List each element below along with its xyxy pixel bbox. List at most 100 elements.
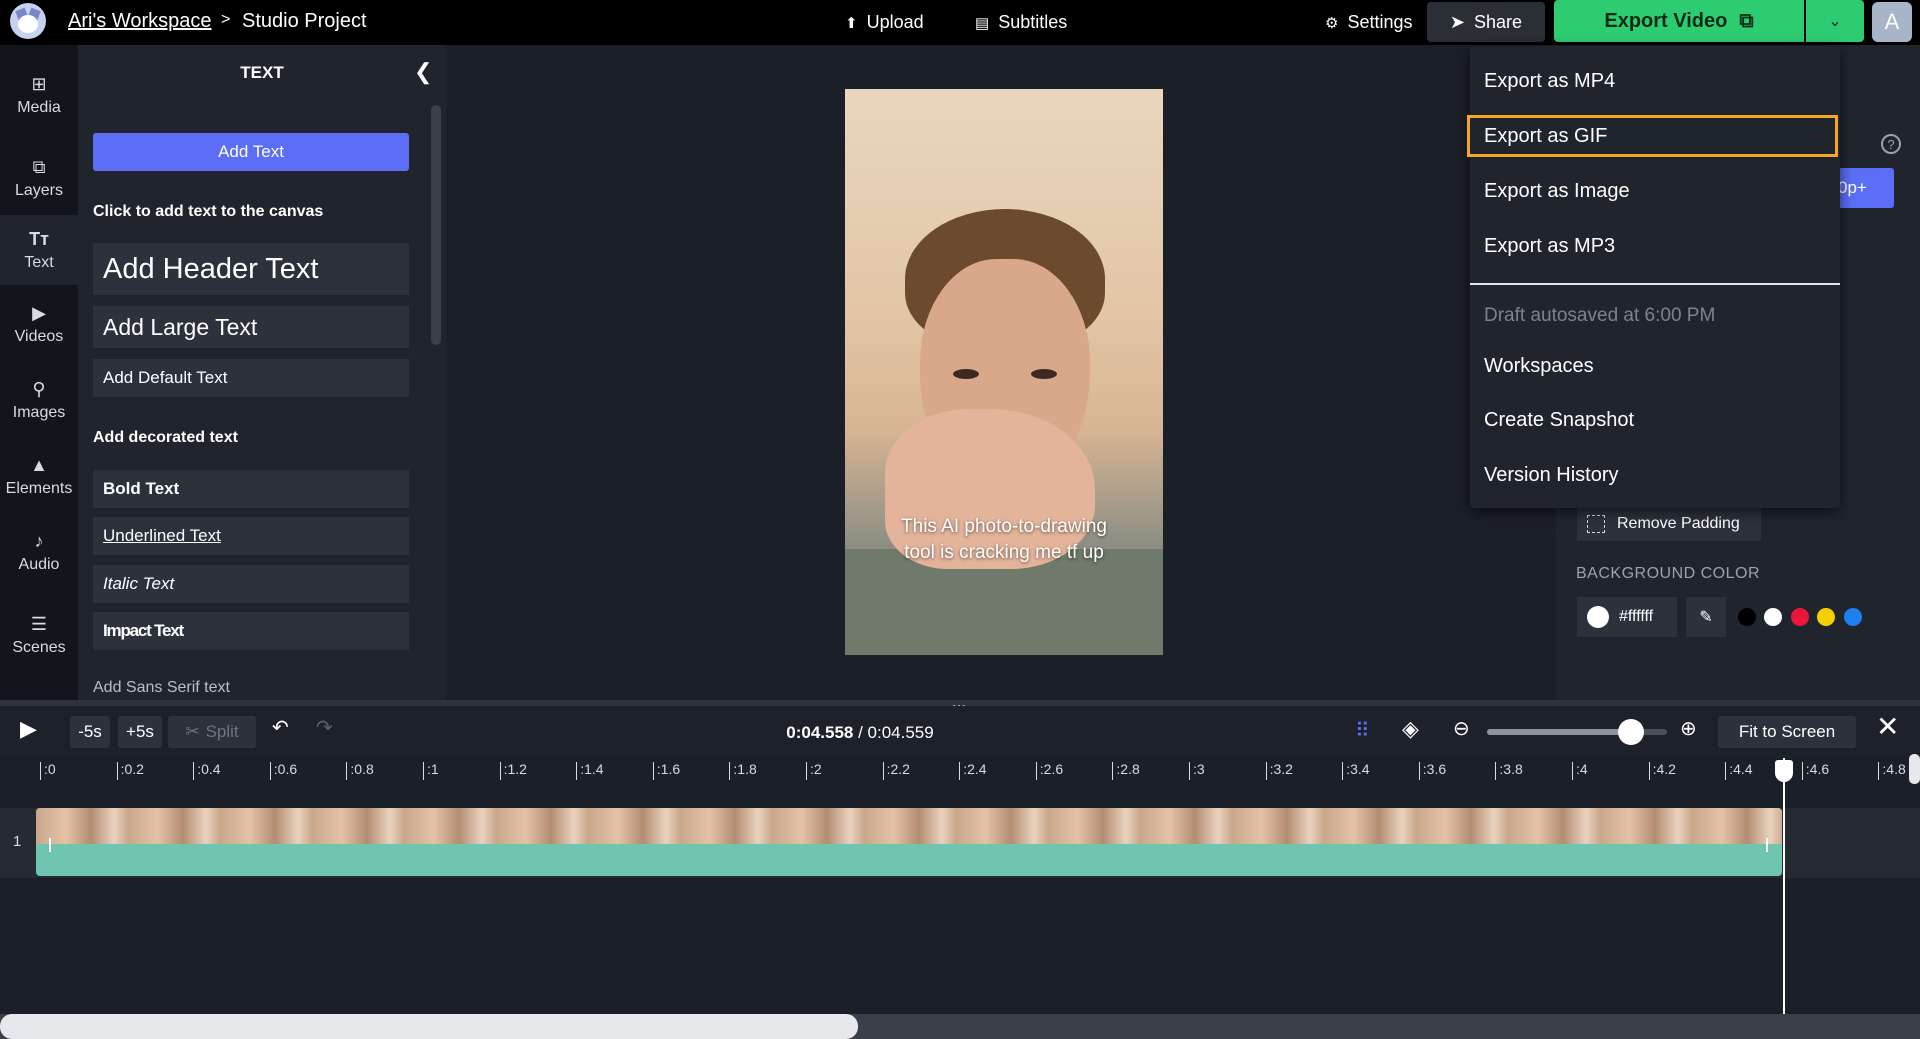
ruler-tick: :3.6 <box>1418 762 1446 780</box>
vertical-scrollbar[interactable] <box>1909 754 1920 784</box>
export-mp4-option[interactable]: Export as MP4 <box>1484 70 1615 93</box>
sidebar-item-elements[interactable]: ▲ Elements <box>0 441 78 511</box>
ruler-tick: :4 <box>1572 762 1588 780</box>
clip-right-handle[interactable] <box>1766 838 1768 852</box>
add-default-text-option[interactable]: Add Default Text <box>93 359 409 397</box>
sidebar-item-layers[interactable]: ⧉ Layers <box>0 143 78 213</box>
create-snapshot-option[interactable]: Create Snapshot <box>1484 409 1634 432</box>
ruler-tick: :2.4 <box>959 762 987 780</box>
time-readout: 0:04.558 / 0:04.559 <box>786 723 934 742</box>
ruler-tick: :2.8 <box>1112 762 1140 780</box>
subtitles-button[interactable]: ▤ Subtitles <box>975 0 1067 45</box>
rewind-5s-button[interactable]: -5s <box>70 716 110 748</box>
ruler-tick: :1.2 <box>499 762 527 780</box>
italic-text-option[interactable]: Italic Text <box>93 565 409 603</box>
sidebar-item-images[interactable]: ⚲ Images <box>0 365 78 435</box>
version-history-option[interactable]: Version History <box>1484 464 1619 487</box>
scissors-icon: ✂ <box>185 722 200 741</box>
split-view-icon[interactable]: ◈ <box>1402 716 1419 742</box>
user-avatar[interactable]: A <box>1872 2 1912 42</box>
split-button[interactable]: ✂ Split <box>168 716 256 748</box>
panel-title: TEXT <box>240 63 284 82</box>
background-color-input[interactable]: #ffffff <box>1577 597 1677 637</box>
track-number: 1 <box>13 833 22 850</box>
add-text-button[interactable]: Add Text <box>93 133 409 171</box>
close-timeline-icon[interactable]: ✕ <box>1876 710 1899 743</box>
click-hint-label: Click to add text to the canvas <box>93 203 324 220</box>
sidebar-item-media[interactable]: ⊞ Media <box>0 60 78 130</box>
eyedropper-icon[interactable]: ✎ <box>1686 597 1726 637</box>
sans-serif-text-label: Add Sans Serif text <box>93 679 230 696</box>
preset-color-black[interactable] <box>1738 608 1756 626</box>
ruler-tick: :3 <box>1189 762 1205 780</box>
top-bar: Ari's Workspace > Studio Project ⬆ Uploa… <box>0 0 1920 45</box>
zoom-slider-handle[interactable] <box>1618 719 1644 745</box>
forward-5s-button[interactable]: +5s <box>118 716 162 748</box>
bold-text-option[interactable]: Bold Text <box>93 470 409 508</box>
add-header-text-option[interactable]: Add Header Text <box>93 243 409 295</box>
sidebar-item-text[interactable]: Tт Text <box>0 215 78 285</box>
resolution-button[interactable]: 0p+ <box>1832 168 1894 208</box>
snap-icon[interactable]: ⠿ <box>1355 718 1370 743</box>
ruler-tick: :4.2 <box>1648 762 1676 780</box>
help-icon[interactable]: ? <box>1881 134 1901 154</box>
video-caption[interactable]: This AI photo-to-drawing tool is crackin… <box>845 514 1163 566</box>
text-panel: TEXT ❮ Add Text Click to add text to the… <box>78 45 446 700</box>
workspace-link[interactable]: Ari's Workspace <box>68 10 212 33</box>
sidebar-item-scenes[interactable]: ☰ Scenes <box>0 600 78 670</box>
panel-scrollbar[interactable] <box>431 105 441 345</box>
export-gif-option[interactable]: Export as GIF <box>1484 125 1607 148</box>
share-icon: ➤ <box>1449 11 1466 32</box>
scenes-icon: ☰ <box>30 613 48 634</box>
preset-color-blue[interactable] <box>1844 608 1862 626</box>
layers-icon: ⧉ <box>32 156 46 177</box>
upload-icon: ⬆ <box>845 14 858 32</box>
ruler-tick: :3.4 <box>1342 762 1370 780</box>
preset-color-yellow[interactable] <box>1817 608 1835 626</box>
add-large-text-option[interactable]: Add Large Text <box>93 306 409 348</box>
gear-icon: ⚙ <box>1325 14 1339 32</box>
play-button[interactable]: ▶ <box>20 716 37 742</box>
sidebar-item-audio[interactable]: ♪ Audio <box>0 517 78 587</box>
collapse-panel-icon[interactable]: ❮ <box>414 59 432 85</box>
sidebar-item-videos[interactable]: ▶ Videos <box>0 289 78 359</box>
zoom-slider-fill <box>1487 729 1631 735</box>
ruler-tick: :1.4 <box>576 762 604 780</box>
video-preview[interactable]: This AI photo-to-drawing tool is crackin… <box>845 89 1163 655</box>
remove-padding-checkbox[interactable]: Remove Padding <box>1577 507 1761 541</box>
workspaces-option[interactable]: Workspaces <box>1484 355 1594 378</box>
export-image-option[interactable]: Export as Image <box>1484 180 1630 203</box>
export-menu: Export as MP4 Export as GIF Export as Im… <box>1467 46 1840 508</box>
clip-left-handle[interactable] <box>49 838 51 852</box>
ruler-tick: :0 <box>40 762 56 780</box>
ruler-tick: :2 <box>806 762 822 780</box>
zoom-in-icon[interactable]: ⊕ <box>1680 716 1697 741</box>
workspace-logo[interactable] <box>10 3 46 39</box>
ruler-tick: :1.8 <box>729 762 757 780</box>
undo-icon[interactable]: ↶ <box>272 715 289 740</box>
preset-color-red[interactable] <box>1791 608 1809 626</box>
playhead[interactable] <box>1783 758 1785 1014</box>
impact-text-option[interactable]: Impact Text <box>93 612 409 650</box>
playhead-handle[interactable] <box>1775 760 1793 782</box>
underlined-text-option[interactable]: Underlined Text <box>93 517 409 555</box>
media-icon: ⊞ <box>31 73 47 94</box>
ruler-tick: :4.4 <box>1725 762 1753 780</box>
export-dropdown-toggle[interactable]: ⌄ <box>1806 0 1864 42</box>
audio-icon: ♪ <box>34 530 44 551</box>
export-video-button[interactable]: Export Video ⧉ <box>1554 0 1804 42</box>
elements-icon: ▲ <box>30 454 48 475</box>
left-rail: ⊞ Media ⧉ Layers Tт Text ▶ Videos ⚲ Imag… <box>0 45 78 700</box>
preset-color-white[interactable] <box>1764 608 1782 626</box>
export-mp3-option[interactable]: Export as MP3 <box>1484 235 1615 258</box>
project-title[interactable]: Studio Project <box>242 10 367 33</box>
settings-button[interactable]: ⚙ Settings <box>1325 0 1413 45</box>
video-clip[interactable] <box>36 808 1782 876</box>
redo-icon[interactable]: ↷ <box>316 715 333 740</box>
share-button[interactable]: ➤ Share <box>1427 2 1545 42</box>
ruler-tick: :0.2 <box>116 762 144 780</box>
zoom-out-icon[interactable]: ⊖ <box>1453 716 1470 741</box>
fit-to-screen-button[interactable]: Fit to Screen <box>1718 716 1856 748</box>
horizontal-scrollbar-thumb[interactable] <box>0 1014 858 1039</box>
upload-button[interactable]: ⬆ Upload <box>845 0 924 45</box>
